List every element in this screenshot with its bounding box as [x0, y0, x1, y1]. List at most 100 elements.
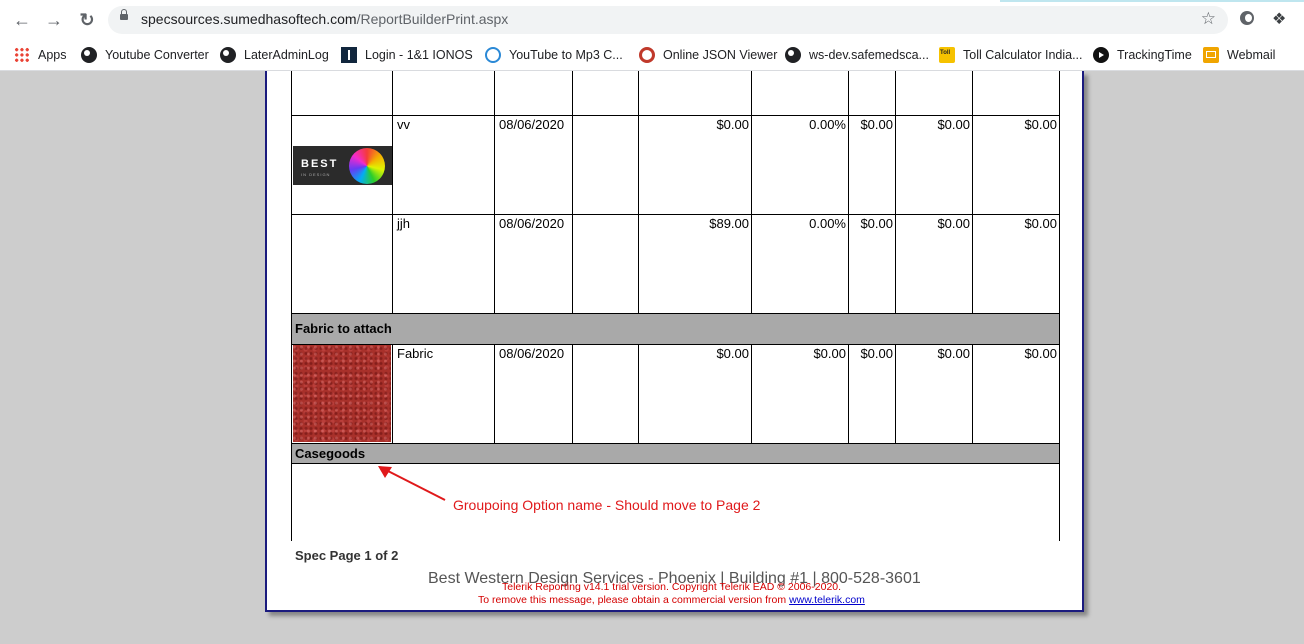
table-cell	[972, 71, 1060, 116]
item-col9: $0.00	[1024, 216, 1057, 231]
forward-arrow-icon[interactable]: →	[42, 8, 66, 32]
fabric-swatch-image	[293, 345, 391, 442]
item-percent: 0.00%	[809, 117, 846, 132]
reload-icon[interactable]: ↻	[75, 8, 99, 32]
item-percent: $0.00	[813, 346, 846, 361]
bookmark-webmail[interactable]: Webmail	[1203, 44, 1275, 66]
ionos-icon	[341, 47, 357, 63]
item-amount: $0.00	[716, 346, 749, 361]
annotation-text: Groupoing Option name - Should move to P…	[453, 497, 761, 513]
bookmark-apps[interactable]: Apps	[14, 44, 67, 66]
item-amount: $0.00	[716, 117, 749, 132]
group-title: Casegoods	[295, 446, 366, 461]
item-amount: $89.00	[709, 216, 749, 231]
bookmark-lateradminlog[interactable]: LaterAdminLog	[220, 44, 329, 66]
table-cell	[895, 71, 973, 116]
table-cell: $0.00	[751, 344, 849, 444]
table-cell: jjh	[392, 214, 495, 314]
item-col9: $0.00	[1024, 117, 1057, 132]
item-col9: $0.00	[1024, 346, 1057, 361]
bookmark-label: Webmail	[1227, 48, 1276, 62]
item-col7: $0.00	[860, 117, 893, 132]
table-cell	[392, 71, 495, 116]
arrow-line	[385, 469, 446, 501]
bookmark-label: Toll Calculator India...	[963, 48, 1083, 62]
apps-grid-icon	[14, 47, 30, 63]
bookmark-label: Online JSON Viewer	[663, 48, 778, 62]
table-cell: $0.00	[638, 344, 752, 444]
table-cell	[494, 71, 573, 116]
table-cell-image	[291, 214, 393, 314]
bookmark-label: ws-dev.safemedsca...	[809, 48, 929, 62]
bookmark-label: Login - 1&1 IONOS	[365, 48, 473, 62]
trial-notice-line1: Telerik Reporting v14.1 trial version. C…	[502, 581, 842, 593]
table-cell: $0.00	[972, 115, 1060, 215]
table-cell: $0.00	[848, 214, 896, 314]
url-text[interactable]: specsources.sumedhasoftech.com/ReportBui…	[141, 11, 508, 27]
play-icon	[1093, 47, 1109, 63]
trial-notice-line2: To remove this message, please obtain a …	[478, 594, 865, 606]
puzzle-icon[interactable]: ❖	[1272, 9, 1286, 29]
table-cell	[291, 71, 393, 116]
table-cell: $0.00	[895, 115, 973, 215]
item-col8: $0.00	[937, 216, 970, 231]
table-cell	[572, 115, 639, 215]
toll-icon	[939, 47, 955, 63]
bookmark-youtube-converter[interactable]: Youtube Converter	[81, 44, 209, 66]
page-number-label: Spec Page 1 of 2	[295, 548, 399, 563]
bookmark-ws-dev[interactable]: ws-dev.safemedsca...	[785, 44, 929, 66]
table-cell	[751, 71, 849, 116]
item-col7: $0.00	[860, 216, 893, 231]
item-col8: $0.00	[937, 346, 970, 361]
table-cell: $0.00	[638, 115, 752, 215]
table-cell: $0.00	[895, 214, 973, 314]
extension-icon[interactable]	[1240, 11, 1254, 25]
globe-icon	[220, 47, 236, 63]
address-bar[interactable]: specsources.sumedhasoftech.com/ReportBui…	[108, 6, 1228, 34]
bookmarks-bar: Apps Youtube Converter LaterAdminLog Log…	[0, 40, 1304, 71]
logo-text: BEST	[301, 158, 339, 170]
table-cell	[848, 71, 896, 116]
bookmark-youtube-mp3[interactable]: YouTube to Mp3 C...	[485, 44, 623, 66]
bookmark-json-viewer[interactable]: Online JSON Viewer	[639, 44, 777, 66]
trial-notice-text: To remove this message, please obtain a …	[478, 594, 790, 606]
mail-icon	[1203, 47, 1219, 63]
color-splash-icon	[349, 148, 385, 184]
back-arrow-icon[interactable]: ←	[10, 8, 34, 32]
item-date: 08/06/2020	[499, 117, 565, 132]
globe-icon	[785, 47, 801, 63]
table-cell: 0.00%	[751, 115, 849, 215]
table-cell: 0.00%	[751, 214, 849, 314]
star-icon[interactable]: ☆	[1201, 9, 1216, 29]
bookmark-label: LaterAdminLog	[244, 48, 329, 62]
table-cell	[572, 71, 639, 116]
bookmark-trackingtime[interactable]: TrackingTime	[1093, 44, 1192, 66]
item-name: jjh	[397, 216, 411, 231]
url-path: /ReportBuilderPrint.aspx	[356, 11, 509, 27]
bookmark-toll-calculator[interactable]: Toll Calculator India...	[939, 44, 1083, 66]
table-cell: vv	[392, 115, 495, 215]
table-cell: $0.00	[848, 344, 896, 444]
browser-toolbar: ← → ↻ specsources.sumedhasoftech.com/Rep…	[0, 0, 1304, 40]
table-cell	[572, 214, 639, 314]
cloud-download-icon	[485, 47, 501, 63]
bookmark-label: TrackingTime	[1117, 48, 1192, 62]
item-percent: 0.00%	[809, 216, 846, 231]
lock-icon[interactable]	[120, 9, 128, 20]
telerik-link[interactable]: www.telerik.com	[789, 594, 865, 606]
bookmark-ionos[interactable]: Login - 1&1 IONOS	[341, 44, 473, 66]
globe-icon	[81, 47, 97, 63]
logo-subtext: IN DESIGN	[301, 172, 331, 177]
item-name: vv	[397, 117, 410, 132]
group-title: Fabric to attach	[295, 321, 392, 336]
item-col7: $0.00	[860, 346, 893, 361]
tab-strip-highlight	[1000, 0, 1304, 2]
table-cell: 08/06/2020	[494, 344, 573, 444]
best-in-design-logo: BEST IN DESIGN	[293, 146, 392, 185]
item-col8: $0.00	[937, 117, 970, 132]
table-cell: $0.00	[895, 344, 973, 444]
table-cell: 08/06/2020	[494, 214, 573, 314]
table-cell: 08/06/2020	[494, 115, 573, 215]
table-cell	[638, 71, 752, 116]
ring-icon	[639, 47, 655, 63]
